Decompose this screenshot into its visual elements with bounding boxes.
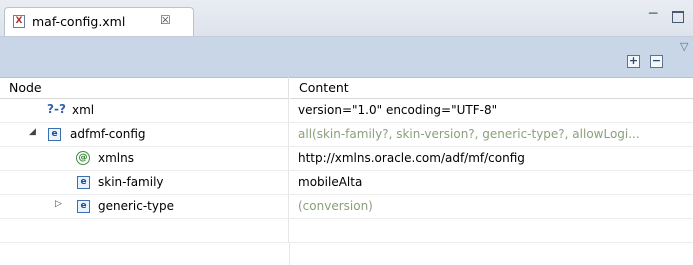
tree-row-adfmf-config[interactable]: ◢ e adfmf-config all(skin-family?, skin-… — [0, 123, 693, 147]
collapse-all-button[interactable]: − — [650, 55, 663, 68]
column-header-node-label: Node — [9, 80, 42, 95]
expand-all-button[interactable]: + — [627, 55, 640, 68]
node-label: xmlns — [98, 151, 134, 165]
tab-maf-config[interactable]: X maf-config.xml ☒ — [4, 7, 194, 36]
tree-row-xmlns[interactable]: @ xmlns http://xmlns.oracle.com/adf/mf/c… — [0, 147, 693, 171]
view-menu-icon[interactable]: ▽ — [680, 40, 688, 53]
column-header-content-label: Content — [299, 80, 349, 95]
node-label: skin-family — [98, 175, 164, 189]
node-cell: @ xmlns — [0, 147, 289, 170]
editor-tab-bar: X maf-config.xml ☒ ─ — [0, 0, 693, 37]
element-icon: e — [77, 200, 90, 213]
content-cell[interactable]: all(skin-family?, skin-version?, generic… — [298, 127, 688, 141]
node-cell — [0, 219, 289, 242]
element-icon: e — [48, 128, 61, 141]
node-cell: ◢ e adfmf-config — [0, 123, 289, 146]
node-cell: ?-? xml — [0, 99, 289, 122]
node-label: xml — [72, 103, 95, 117]
node-label: adfmf-config — [70, 127, 146, 141]
collapse-arrow-icon[interactable]: ◢ — [29, 127, 36, 137]
tree-row-skin-family[interactable]: e skin-family mobileAlta — [0, 171, 693, 195]
content-cell[interactable]: mobileAlta — [298, 175, 688, 189]
attribute-icon: @ — [76, 151, 90, 165]
tab-title: maf-config.xml — [32, 14, 126, 29]
content-cell[interactable]: (conversion) — [298, 199, 688, 213]
tree-row-xml[interactable]: ?-? xml version="1.0" encoding="UTF-8" — [0, 99, 693, 123]
close-tab-icon[interactable]: ☒ — [160, 13, 171, 27]
content-cell[interactable]: http://xmlns.oracle.com/adf/mf/config — [298, 151, 688, 165]
empty-row — [0, 219, 693, 243]
element-icon: e — [77, 176, 90, 189]
minimize-icon[interactable]: ─ — [649, 6, 657, 22]
node-cell: ▷ e generic-type — [0, 195, 289, 218]
node-cell: e skin-family — [0, 171, 289, 194]
content-cell[interactable]: version="1.0" encoding="UTF-8" — [298, 103, 688, 117]
expand-arrow-icon[interactable]: ▷ — [55, 199, 62, 209]
column-divider — [289, 243, 290, 265]
xml-file-icon: X — [13, 15, 25, 28]
processing-instruction-icon: ?-? — [47, 102, 66, 116]
maximize-icon[interactable] — [672, 11, 684, 23]
node-label: generic-type — [98, 199, 174, 213]
column-header-content[interactable]: Content — [290, 77, 693, 99]
design-toolbar: + − ▽ — [0, 37, 693, 78]
tree-row-generic-type[interactable]: ▷ e generic-type (conversion) — [0, 195, 693, 219]
column-header-node[interactable]: Node — [0, 77, 289, 99]
